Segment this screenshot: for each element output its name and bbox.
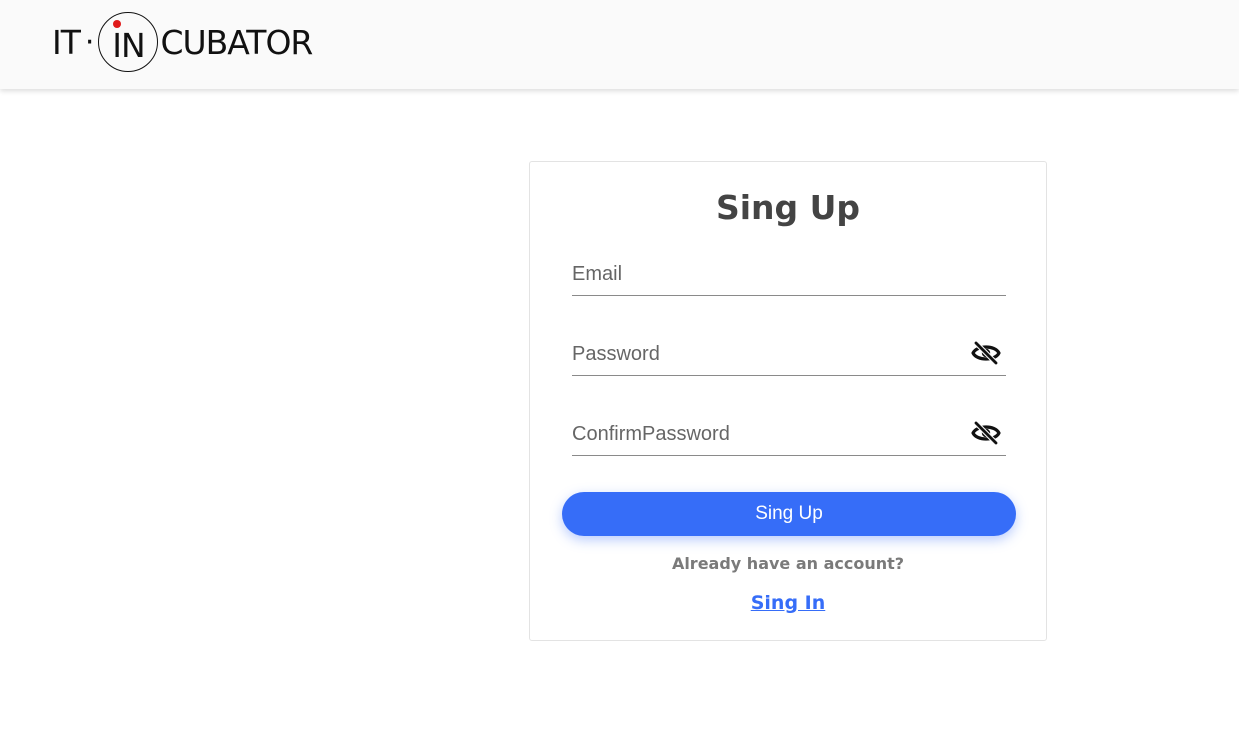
already-have-account-text: Already have an account? (671, 554, 905, 573)
logo-text-in: IN (112, 25, 145, 65)
eye-off-icon[interactable] (971, 420, 1001, 446)
logo-circle: IN (98, 12, 159, 72)
password-field (572, 336, 1006, 376)
logo-text-it: IT (52, 22, 81, 62)
password-input[interactable] (572, 336, 962, 372)
confirm-password-input[interactable] (572, 416, 962, 452)
email-input[interactable] (572, 256, 962, 292)
email-field (572, 256, 1006, 296)
signin-link[interactable]: Sing In (751, 592, 826, 614)
app-header: IT · IN CUBATOR (0, 0, 1239, 89)
signup-button[interactable]: Sing Up (562, 492, 1016, 536)
signin-link-wrapper: Sing In (530, 592, 1046, 614)
logo-separator: · (84, 24, 94, 60)
eye-off-icon[interactable] (971, 340, 1001, 366)
confirm-password-field (572, 416, 1006, 456)
logo-text-cubator: CUBATOR (160, 22, 313, 62)
it-incubator-logo[interactable]: IT · IN CUBATOR (52, 11, 313, 73)
signup-card: Sing Up Sing Up Already have an account?… (529, 161, 1047, 641)
signup-title: Sing Up (715, 188, 861, 227)
